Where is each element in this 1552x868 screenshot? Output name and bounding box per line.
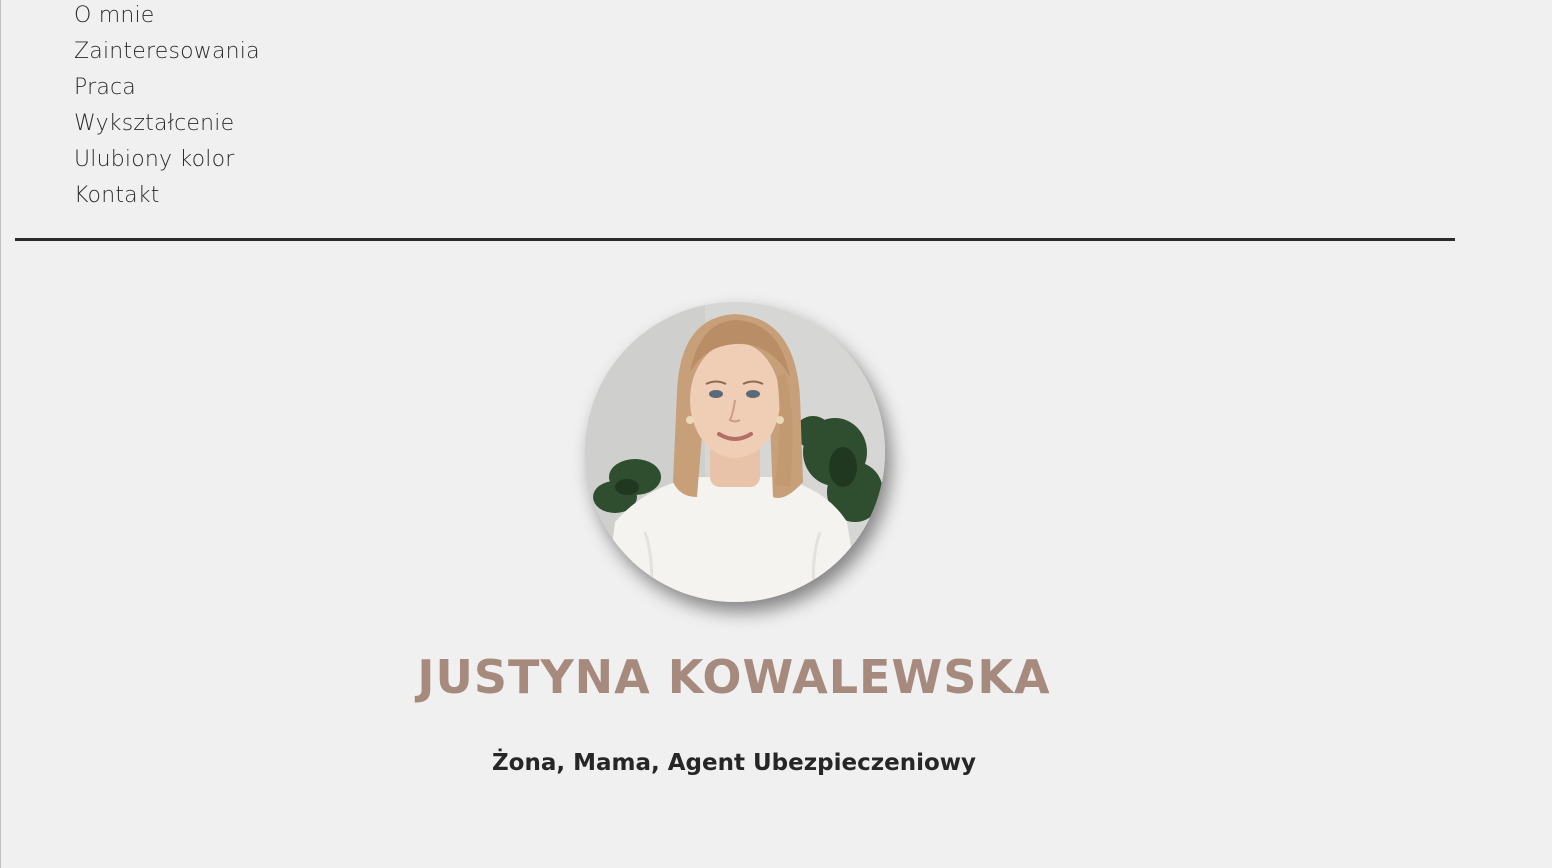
profile-photo xyxy=(585,302,885,602)
nav-item-zainteresowania[interactable]: Zainteresowania xyxy=(74,34,260,70)
nav-item-kontakt[interactable]: Kontakt xyxy=(74,178,260,214)
nav-divider xyxy=(15,238,1455,241)
avatar xyxy=(585,302,885,602)
main-nav: O mnie Zainteresowania Praca Wykształcen… xyxy=(74,0,260,214)
nav-item-wyksztalcenie[interactable]: Wykształcenie xyxy=(74,106,260,142)
profile-name: JUSTYNA KOWALEWSKA xyxy=(417,650,1051,704)
nav-item-o-mnie[interactable]: O mnie xyxy=(74,0,260,34)
nav-item-praca[interactable]: Praca xyxy=(74,70,260,106)
nav-item-ulubiony-kolor[interactable]: Ulubiony kolor xyxy=(74,142,260,178)
profile-tagline: Żona, Mama, Agent Ubezpieczeniowy xyxy=(492,750,976,776)
